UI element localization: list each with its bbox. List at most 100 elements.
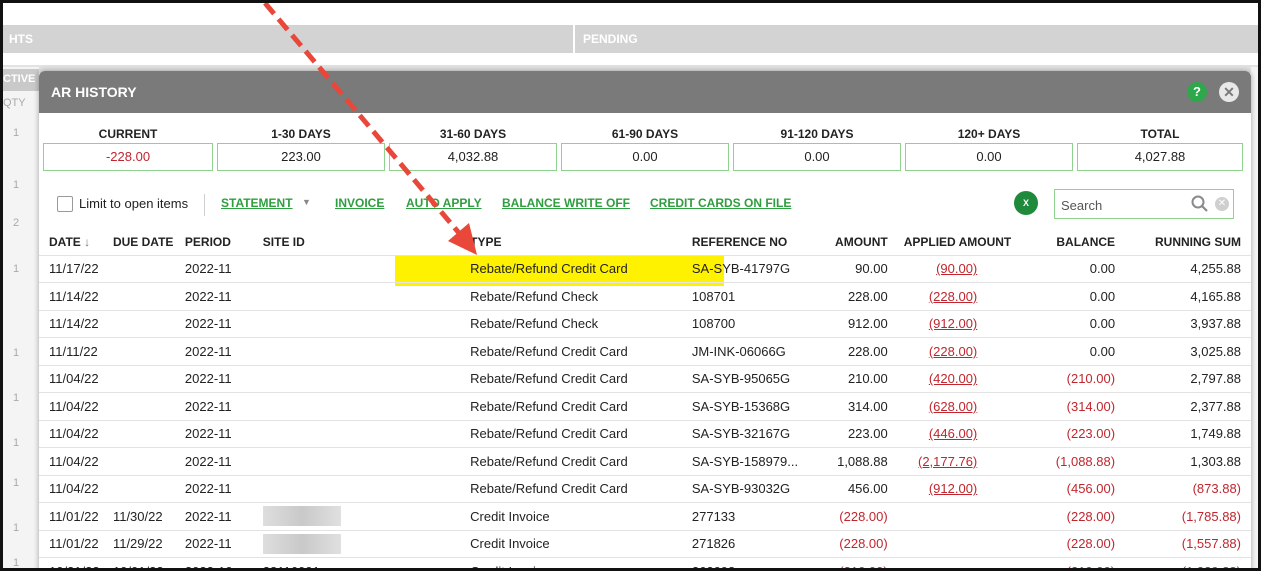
applied-amount-link[interactable]: (228.00)	[929, 344, 977, 359]
cell-running-sum: (1,785.88)	[1129, 502, 1251, 530]
table-row[interactable]: 11/14/22 2022-11 Rebate/Refund Check 108701…	[39, 282, 1251, 310]
header-amount[interactable]: AMOUNT	[808, 229, 890, 255]
applied-amount-link[interactable]: (912.00)	[929, 481, 977, 496]
background-qty-cell: 1	[13, 477, 20, 489]
cell-type: Credit Invoice	[468, 557, 690, 568]
cell-balance: 0.00	[1013, 282, 1130, 310]
cell-site-id	[254, 309, 469, 338]
cell-reference-no: JM-INK-06066G	[689, 337, 808, 365]
cell-amount: 1,088.88	[807, 447, 890, 475]
limit-open-items-label: Limit to open items	[79, 196, 189, 211]
header-period[interactable]: PERIOD	[183, 229, 255, 255]
modal-title: AR HISTORY	[51, 84, 137, 100]
applied-amount-link[interactable]: (628.00)	[929, 399, 977, 414]
cell-period: 2022-11	[182, 529, 255, 558]
statement-dropdown-icon[interactable]: ▼	[302, 197, 311, 207]
table-row[interactable]: 11/17/22 2022-11 Rebate/Refund Credit Card…	[39, 254, 1251, 283]
auto-apply-link[interactable]: AUTO APPLY	[406, 196, 482, 210]
applied-amount-link[interactable]: (228.00)	[929, 289, 977, 304]
cell-running-sum: 1,749.88	[1129, 419, 1251, 448]
close-icon[interactable]: ✕	[1219, 82, 1239, 102]
table-row[interactable]: 11/04/22 2022-11 Rebate/Refund Credit Card…	[39, 447, 1251, 475]
applied-amount-link[interactable]: (90.00)	[936, 261, 977, 276]
cell-date: 11/04/22	[39, 364, 111, 393]
clear-search-icon[interactable]: ✕	[1215, 197, 1229, 211]
background-left-column: CTIVE QTY 1 1 2 1 1 1 1 1 1 1	[3, 67, 39, 568]
table-row[interactable]: 10/31/2210/01/222022-1028116001Credit In…	[39, 557, 1251, 568]
search-input[interactable]	[1061, 195, 1181, 215]
help-icon[interactable]: ?	[1187, 82, 1207, 102]
applied-amount-link[interactable]: (446.00)	[929, 426, 977, 441]
cell-due-date: 11/29/22	[110, 529, 183, 558]
cell-due-date	[110, 419, 183, 448]
header-type[interactable]: TYPE	[468, 229, 690, 255]
limit-open-items-checkbox[interactable]	[57, 196, 73, 212]
cell-amount: 228.00	[807, 337, 890, 365]
cell-amount: (228.00)	[807, 529, 890, 558]
table-row[interactable]: 11/01/22 11/30/22 2022-11 Credit Invoice 277…	[39, 502, 1251, 530]
aging-value: 4,032.88	[389, 143, 557, 171]
cell-due-date: 10/01/22	[110, 557, 183, 568]
toolbar-divider	[204, 194, 205, 216]
cell-running-sum: 2,797.88	[1129, 364, 1251, 393]
invoice-link[interactable]: INVOICE	[335, 196, 384, 210]
balance-write-off-link[interactable]: BALANCE WRITE OFF	[502, 196, 630, 210]
header-site-id[interactable]: SITE ID	[255, 229, 468, 255]
cell-date: 11/04/22	[39, 392, 111, 420]
cell-applied-amount: (628.00)	[889, 392, 1014, 420]
cell-balance: (228.00)	[1013, 529, 1130, 558]
background-header: HTS PENDING	[3, 25, 1258, 53]
header-applied-amount[interactable]: APPLIED AMOUNT	[890, 229, 1014, 255]
header-running-sum[interactable]: RUNNING SUM	[1129, 229, 1251, 255]
cell-period: 2022-11	[182, 364, 255, 393]
background-tab-left[interactable]: HTS	[3, 25, 33, 53]
table-row[interactable]: 11/04/22 2022-11 Rebate/Refund Credit Card…	[39, 392, 1251, 420]
table-row[interactable]: 11/04/22 2022-11 Rebate/Refund Credit Card…	[39, 419, 1251, 448]
redacted-site-id	[262, 533, 341, 554]
aging-current: CURRENT -228.00	[43, 125, 213, 171]
excel-export-icon[interactable]: X	[1014, 191, 1038, 215]
background-tab-pending[interactable]: PENDING	[577, 25, 638, 53]
cell-running-sum: (1,557.88)	[1129, 529, 1251, 558]
search-icon[interactable]	[1190, 194, 1210, 214]
cell-balance: (456.00)	[1013, 474, 1130, 503]
cell-balance: (223.00)	[1013, 419, 1130, 448]
table-row[interactable]: 11/11/22 2022-11 Rebate/Refund Credit Card…	[39, 337, 1251, 365]
table-row[interactable]: 11/14/22 2022-11 Rebate/Refund Check 108700…	[39, 309, 1251, 338]
cell-type: Rebate/Refund Credit Card	[468, 474, 690, 503]
cell-date: 11/11/22	[39, 337, 111, 365]
credit-cards-on-file-link[interactable]: CREDIT CARDS ON FILE	[650, 196, 791, 210]
cell-period: 2022-11	[182, 419, 255, 448]
applied-amount-link[interactable]: (420.00)	[929, 371, 977, 386]
statement-link[interactable]: STATEMENT	[221, 196, 293, 210]
header-due-date[interactable]: DUE DATE	[111, 229, 183, 255]
header-reference-no[interactable]: REFERENCE NO	[690, 229, 808, 255]
cell-period: 2022-11	[182, 392, 255, 420]
table-row[interactable]: 11/01/22 11/29/22 2022-11 Credit Invoice 271…	[39, 529, 1251, 558]
search-box: ✕	[1054, 189, 1234, 219]
cell-type: Rebate/Refund Credit Card	[468, 392, 690, 420]
cell-type: Rebate/Refund Credit Card	[468, 254, 690, 283]
cell-running-sum: 1,303.88	[1129, 447, 1251, 475]
applied-amount-link[interactable]: (912.00)	[929, 316, 977, 331]
aging-value: 223.00	[217, 143, 385, 171]
header-date[interactable]: DATE ↓	[39, 229, 111, 255]
sort-down-arrow-icon[interactable]: ↓	[84, 235, 90, 249]
toolbar: Limit to open items STATEMENT ▼ INVOICE …	[39, 189, 1251, 223]
cell-due-date	[110, 254, 183, 283]
cell-amount: 456.00	[807, 474, 890, 503]
cell-applied-amount: (420.00)	[889, 364, 1014, 393]
table-row[interactable]: 11/04/22 2022-11 Rebate/Refund Credit Card…	[39, 474, 1251, 503]
header-balance[interactable]: BALANCE	[1013, 229, 1129, 255]
background-active-tab[interactable]: CTIVE	[3, 69, 39, 91]
applied-amount-link[interactable]: (2,177.76)	[918, 454, 977, 469]
background-qty-cell: 1	[13, 179, 20, 191]
cell-due-date: 11/30/22	[110, 502, 183, 530]
cell-due-date	[110, 474, 183, 503]
cell-due-date	[110, 337, 183, 365]
cell-applied-amount: (446.00)	[889, 419, 1014, 448]
table-row[interactable]: 11/04/22 2022-11 Rebate/Refund Credit Card…	[39, 364, 1251, 393]
cell-reference-no: SA-SYB-32167G	[689, 419, 808, 448]
cell-period: 2022-11	[182, 282, 255, 310]
cell-reference-no: 277133	[689, 502, 808, 530]
